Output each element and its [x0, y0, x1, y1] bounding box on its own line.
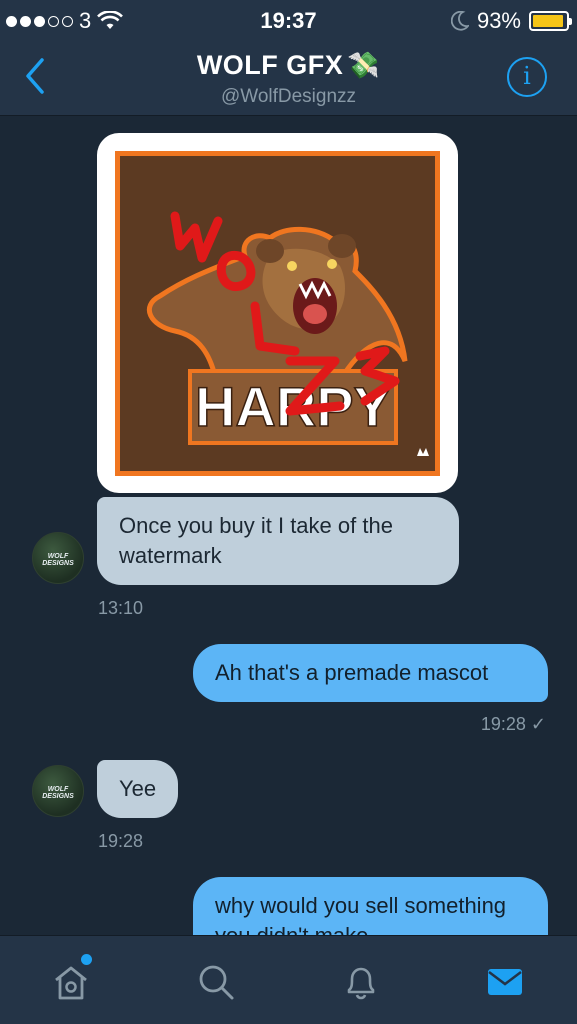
battery-percent: 93%: [476, 8, 521, 33]
outgoing-message[interactable]: why would you sell something you didn't …: [193, 877, 548, 935]
watermark-logo-icon: [417, 448, 429, 456]
home-icon: [55, 966, 87, 1000]
outgoing-message[interactable]: Ah that's a premade mascot: [193, 644, 548, 702]
message-timestamp: 13:10: [98, 598, 144, 618]
contact-name[interactable]: WOLF GFX 💸: [0, 50, 577, 81]
message-text: Ah that's a premade mascot: [215, 660, 489, 685]
tab-search[interactable]: [192, 958, 240, 1006]
battery-icon: [529, 11, 572, 31]
search-icon: [199, 965, 234, 1000]
tab-home[interactable]: [47, 958, 95, 1006]
home-notification-dot: [81, 954, 92, 965]
contact-name-text: WOLF GFX: [196, 50, 344, 80]
avatar-label: WOLF DESIGNS: [42, 553, 74, 567]
bell-icon: [347, 967, 375, 1000]
message-text: why would you sell something you didn't …: [215, 893, 507, 935]
info-button[interactable]: i: [507, 57, 547, 97]
tab-messages[interactable]: [481, 958, 529, 1006]
bottom-tab-bar: [0, 935, 577, 1024]
message-text: Yee: [119, 776, 157, 801]
message-text: Once you buy it I take of the watermark: [119, 513, 393, 568]
moon-icon: [450, 11, 469, 31]
tab-notifications[interactable]: [337, 958, 385, 1006]
message-timestamp-read: 19:28 ✓: [480, 714, 546, 734]
contact-avatar[interactable]: WOLF DESIGNS: [32, 532, 84, 584]
conversation-header: WOLF GFX 💸 @WolfDesignzz i: [0, 40, 577, 116]
avatar-label: WOLF DESIGNS: [42, 786, 74, 800]
message-thread[interactable]: HARPY WOLF DESIGNS Once you buy it I tak…: [0, 117, 577, 935]
contact-avatar[interactable]: WOLF DESIGNS: [32, 765, 84, 817]
incoming-message[interactable]: Yee: [97, 760, 179, 818]
envelope-icon: [488, 969, 522, 995]
battery-level-fill: [533, 15, 563, 27]
mascot-logo-image[interactable]: HARPY: [115, 151, 440, 476]
status-right: 93%: [450, 8, 572, 34]
info-icon: i: [523, 62, 531, 90]
status-bar: 3 19:37 93%: [0, 0, 577, 40]
message-timestamp: 19:28: [98, 831, 144, 851]
incoming-message[interactable]: Once you buy it I take of the watermark: [97, 497, 459, 585]
money-emoji-icon: 💸: [347, 50, 381, 80]
contact-handle[interactable]: @WolfDesignzz: [0, 86, 577, 108]
bear-mascot-illustration: HARPY: [146, 211, 429, 456]
image-message[interactable]: HARPY: [97, 133, 458, 493]
